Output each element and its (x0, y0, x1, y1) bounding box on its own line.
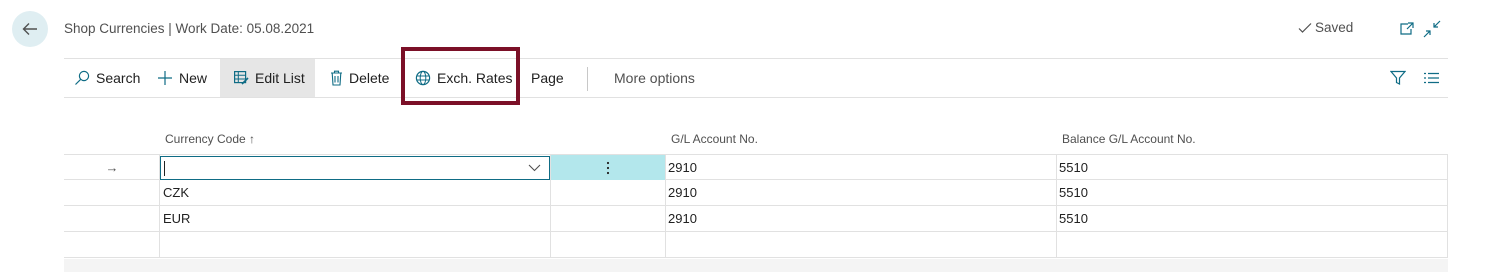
action-toolbar: Search New Edit List Delete Exch. Rates … (64, 58, 1448, 98)
balance-gl-account-cell[interactable]: 5510 (1056, 155, 1448, 180)
row-indicator (64, 232, 160, 257)
search-label: Search (96, 70, 141, 86)
page-menu-button[interactable]: Page (531, 59, 564, 97)
table-row[interactable] (64, 232, 1448, 258)
back-button[interactable] (12, 11, 48, 47)
row-actions-cell[interactable] (551, 180, 666, 205)
more-options-button[interactable]: More options (614, 59, 695, 97)
gl-account-cell[interactable] (665, 232, 1057, 257)
column-header-balance-gl-account[interactable]: Balance G/L Account No. (1062, 132, 1196, 146)
currency-code-cell[interactable]: EUR (159, 206, 551, 231)
column-header-gl-account[interactable]: G/L Account No. (671, 132, 758, 146)
plus-icon (158, 71, 172, 85)
balance-gl-account-cell[interactable] (1056, 232, 1448, 257)
currency-code-cell[interactable]: CZK (159, 180, 551, 205)
gl-account-cell[interactable]: 2910 (665, 206, 1057, 231)
chevron-down-icon[interactable] (528, 164, 541, 172)
search-button[interactable]: Search (74, 59, 140, 97)
row-actions-cell[interactable] (551, 232, 666, 257)
saved-status: Saved (1298, 20, 1353, 35)
delete-label: Delete (349, 70, 390, 86)
page-label: Page (531, 70, 564, 86)
exch-rates-label: Exch. Rates (437, 70, 513, 86)
gl-account-cell[interactable]: 2910 (665, 180, 1057, 205)
row-indicator (64, 180, 160, 205)
filter-icon[interactable] (1390, 59, 1406, 97)
edit-list-icon (234, 71, 249, 85)
table-row[interactable]: → 2910 5510 (64, 154, 1448, 180)
column-header-currency-code[interactable]: Currency Code ↑ (165, 132, 255, 146)
open-in-new-window-icon[interactable] (1398, 20, 1416, 38)
new-label: New (179, 70, 208, 86)
table-row[interactable]: EUR 2910 5510 (64, 206, 1448, 232)
text-caret (164, 160, 165, 176)
edit-list-label: Edit List (255, 70, 305, 86)
collapse-icon[interactable] (1423, 20, 1441, 38)
currencies-grid: → 2910 5510 CZK 2910 5510 EUR 2910 5510 (64, 154, 1448, 258)
vertical-ellipsis-icon (606, 161, 610, 174)
globe-currency-icon (415, 70, 431, 86)
grid-footer (64, 259, 1448, 272)
balance-gl-account-cell[interactable]: 5510 (1056, 206, 1448, 231)
row-actions-menu[interactable] (551, 155, 666, 180)
row-actions-cell[interactable] (551, 206, 666, 231)
toolbar-divider (587, 67, 588, 91)
list-view-icon[interactable] (1424, 59, 1439, 97)
balance-gl-account-cell[interactable]: 5510 (1056, 180, 1448, 205)
row-indicator (64, 206, 160, 231)
trash-icon (331, 70, 342, 86)
more-options-label: More options (614, 70, 695, 86)
table-row[interactable]: CZK 2910 5510 (64, 180, 1448, 206)
saved-label: Saved (1315, 20, 1354, 35)
exch-rates-button[interactable]: Exch. Rates (415, 59, 512, 97)
gl-account-cell[interactable]: 2910 (665, 155, 1057, 180)
search-icon (75, 70, 90, 85)
page-title: Shop Currencies | Work Date: 05.08.2021 (64, 21, 315, 36)
currency-code-cell[interactable] (159, 232, 551, 257)
edit-list-button[interactable]: Edit List (220, 59, 315, 97)
arrow-left-icon (22, 23, 37, 35)
delete-button[interactable]: Delete (330, 59, 389, 97)
new-button[interactable]: New (157, 59, 207, 97)
checkmark-icon (1298, 22, 1312, 33)
row-indicator-icon: → (105, 160, 119, 175)
currency-code-input[interactable] (160, 156, 550, 180)
